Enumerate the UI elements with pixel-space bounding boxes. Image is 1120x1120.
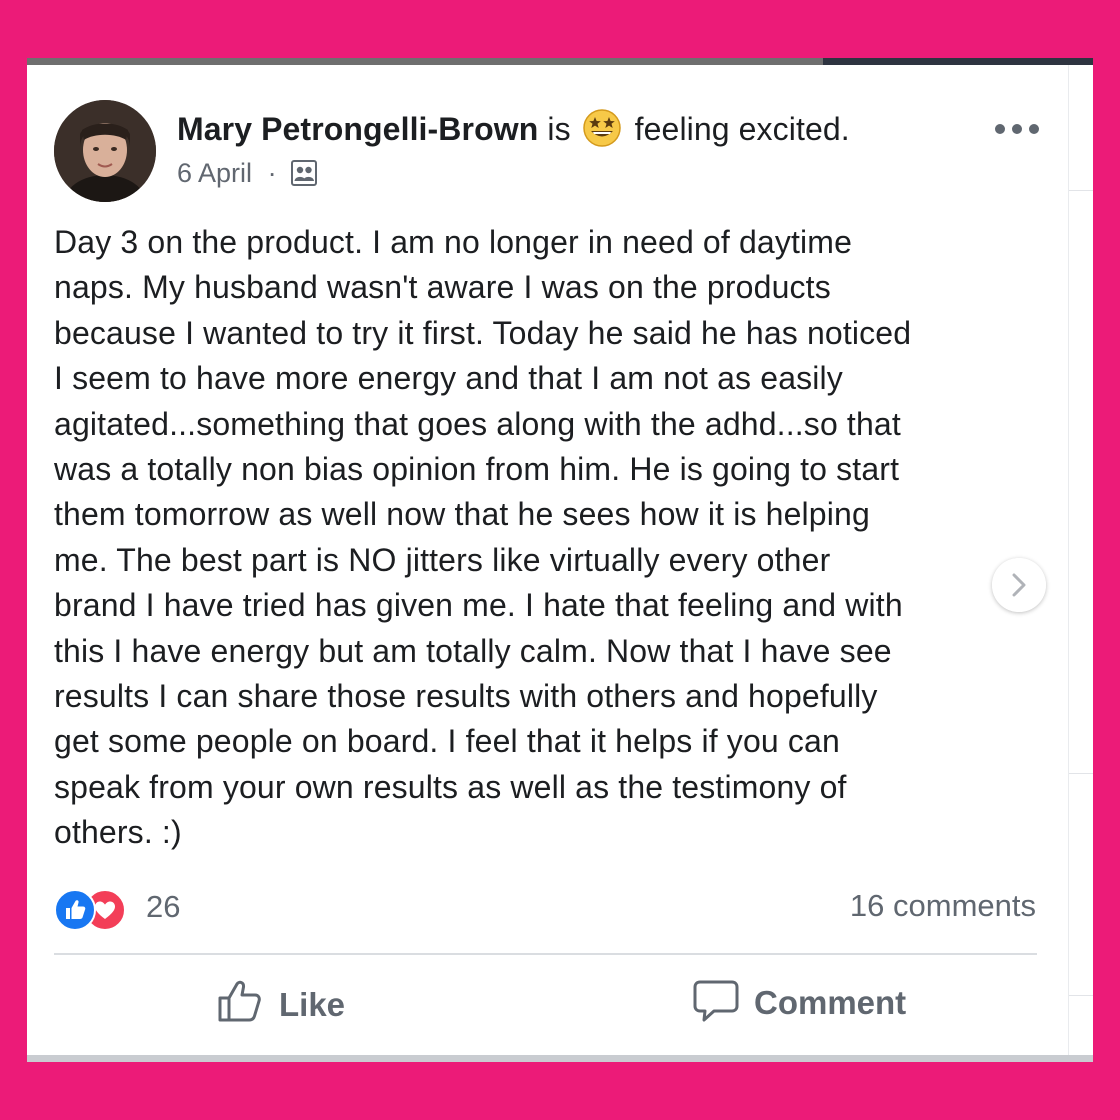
like-label: Like [279,986,346,1023]
right-edge-strip [1068,65,1093,1055]
top-edge-bar [27,58,1093,65]
bottom-edge-bar [27,1055,1093,1062]
post-text-line: naps. My husband wasn't aware I was on t… [54,269,831,306]
next-slide-button[interactable] [992,558,1046,612]
post-text-line: I seem to have more energy and that I am… [54,360,843,397]
post-text-line: this I have energy but am totally calm. … [54,632,892,669]
connector-text: is [547,111,571,147]
more-options-icon[interactable] [992,121,1042,137]
meta-separator: · [267,158,277,188]
thumbs-up-icon [218,980,261,1022]
author-name[interactable]: Mary Petrongelli-Brown [177,111,538,147]
comment-label: Comment [754,984,907,1021]
comments-count-link[interactable]: 16 comments [850,888,1036,924]
post-date[interactable]: 6 April [177,158,252,188]
post-text-line: brand I have tried has given me. I hate … [54,587,903,624]
post-text-line: Day 3 on the product. I am no longer in … [54,224,853,260]
like-button[interactable]: Like [215,976,345,1036]
feeling-text[interactable]: feeling excited. [635,111,850,147]
post-text-line: me. The best part is NO jitters like vir… [54,541,831,578]
post-body: Day 3 on the product. I am no longer in … [54,220,1054,856]
post-text-line: was a totally non bias opinion from him.… [54,451,900,488]
pink-frame: Mary Petrongelli-Brown is feeling excite… [0,0,1120,1120]
grinning-star-eyes-emoji-icon [582,109,621,147]
post-text-line: agitated...something that goes along wit… [54,405,901,442]
post-text-line: others. :) [54,814,182,851]
post-text-line: them tomorrow as well now that he sees h… [54,496,870,533]
actions-divider [54,953,1037,955]
post-card: Mary Petrongelli-Brown is feeling excite… [27,58,1093,1062]
author-avatar[interactable] [54,100,156,202]
friends-audience-icon[interactable] [290,159,318,187]
like-icon [54,889,96,931]
post-header: Mary Petrongelli-Brown is feeling excite… [177,108,850,148]
post-meta: 6 April · [177,158,318,189]
post-text-line: speak from your own results as well as t… [54,768,847,805]
post-text-line: get some people on board. I feel that it… [54,723,840,760]
post-text-line: results I can share those results with o… [54,678,878,715]
comment-button[interactable]: Comment [692,976,906,1036]
comment-bubble-icon [693,980,739,1022]
chevron-right-icon [1012,573,1026,597]
post-text-line: because I wanted to try it first. Today … [54,314,912,351]
reaction-count: 26 [146,889,181,924]
